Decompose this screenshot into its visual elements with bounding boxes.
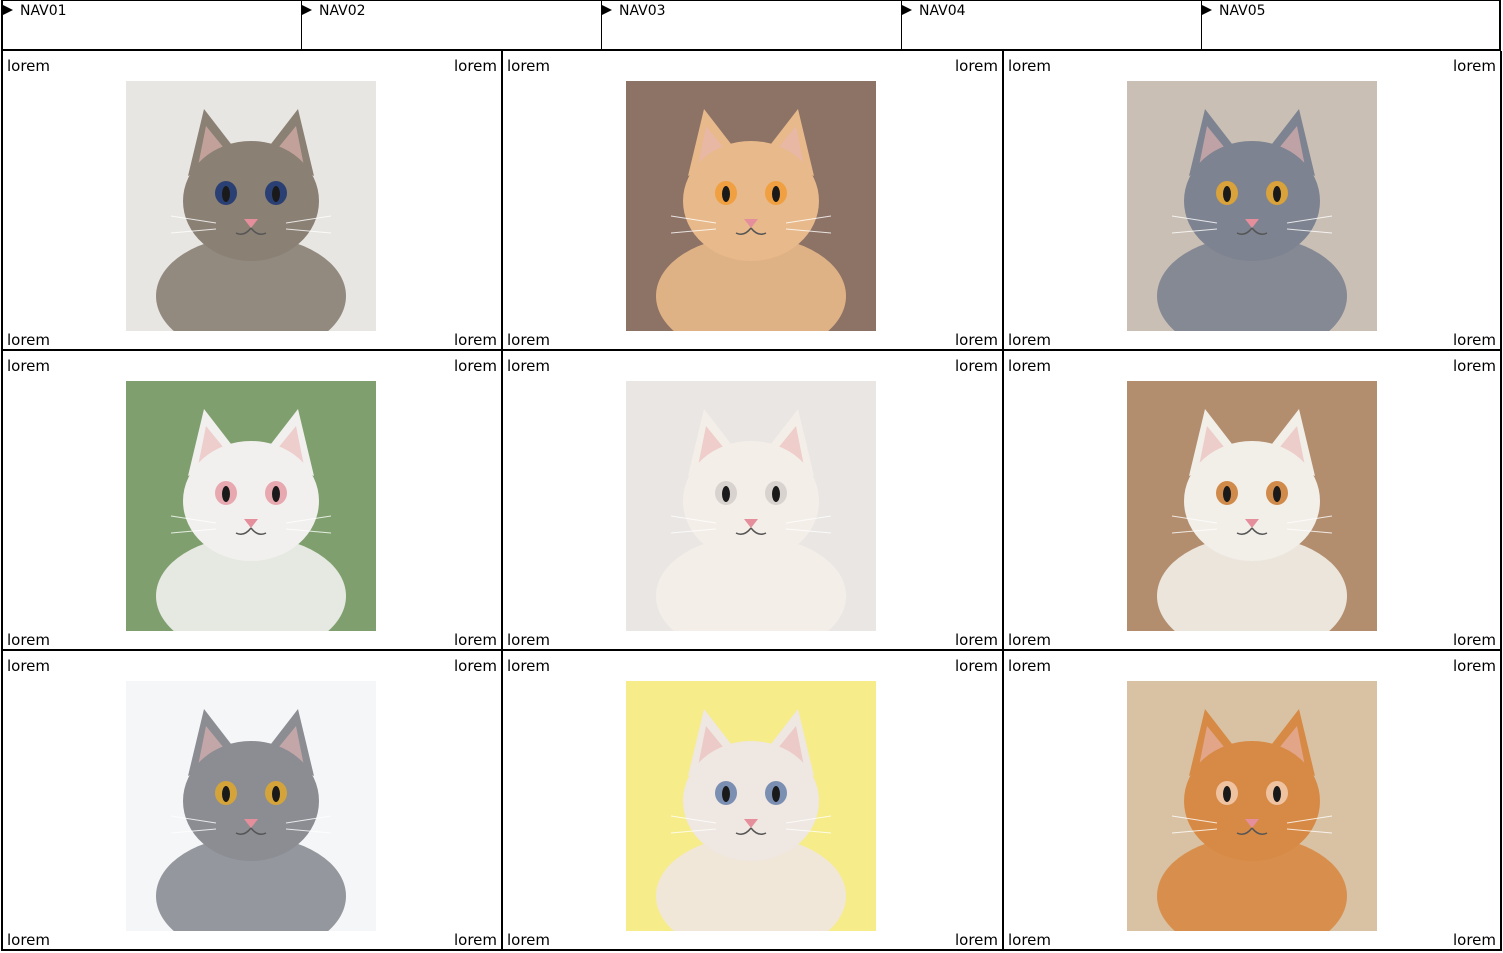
british-shorthair-cat-photo [1127, 81, 1377, 331]
cat-illustration [1127, 81, 1377, 331]
card-label-top-left: lorem [507, 57, 551, 75]
ginger-cat-lying-photo [1127, 681, 1377, 931]
card-label-bottom-right: lorem [453, 331, 497, 349]
card-label-bottom-left: lorem [7, 931, 51, 949]
card-label-top-right: lorem [954, 57, 998, 75]
card-label-top-left: lorem [507, 657, 551, 675]
top-nav: NAV01 NAV02 NAV03 NAV04 NAV05 [1, 0, 1501, 51]
card-label-bottom-right: lorem [954, 931, 998, 949]
cat-illustration [126, 81, 376, 331]
card-label-bottom-left: lorem [507, 631, 551, 649]
cat-card: lorem lorem lorem lorem [1002, 651, 1502, 951]
card-label-top-right: lorem [1452, 57, 1496, 75]
cat-card-grid: lorem lorem lorem lorem lorem lorem lore… [1, 51, 1502, 951]
card-label-bottom-right: lorem [453, 931, 497, 949]
cat-illustration [626, 81, 876, 331]
card-label-bottom-left: lorem [1008, 331, 1052, 349]
triangle-right-icon [602, 5, 612, 15]
cat-illustration [626, 681, 876, 931]
card-label-bottom-right: lorem [1452, 331, 1496, 349]
orange-white-cat-on-floor-photo [1127, 381, 1377, 631]
white-cat-green-background-photo [126, 381, 376, 631]
tabby-cat-biting-sleeve-photo [126, 81, 376, 331]
card-label-top-right: lorem [1452, 357, 1496, 375]
nav-label: NAV02 [319, 3, 366, 19]
grey-white-cat-photo [126, 681, 376, 931]
nav-item-2[interactable]: NAV02 [301, 1, 601, 49]
cat-card: lorem lorem lorem lorem [1002, 51, 1502, 351]
nav-label: NAV03 [619, 3, 666, 19]
card-label-bottom-left: lorem [1008, 931, 1052, 949]
kitten-yellow-background-photo [626, 681, 876, 931]
cat-card: lorem lorem lorem lorem [1, 351, 501, 651]
cat-card: lorem lorem lorem lorem [1, 51, 501, 351]
card-label-bottom-right: lorem [1452, 631, 1496, 649]
nav-item-4[interactable]: NAV04 [901, 1, 1201, 49]
card-label-top-right: lorem [954, 657, 998, 675]
card-label-top-right: lorem [1452, 657, 1496, 675]
card-label-top-left: lorem [7, 657, 51, 675]
card-label-top-right: lorem [453, 657, 497, 675]
cat-illustration [126, 681, 376, 931]
nav-item-1[interactable]: NAV01 [1, 1, 301, 49]
nav-item-5[interactable]: NAV05 [1201, 1, 1501, 49]
triangle-right-icon [902, 5, 912, 15]
cat-illustration [1127, 381, 1377, 631]
cat-card: lorem lorem lorem lorem [501, 651, 1002, 951]
card-label-bottom-left: lorem [507, 331, 551, 349]
cat-illustration [126, 381, 376, 631]
page: NAV01 NAV02 NAV03 NAV04 NAV05 lorem lore… [0, 0, 1503, 953]
card-label-top-left: lorem [1008, 57, 1052, 75]
card-label-bottom-right: lorem [954, 631, 998, 649]
cat-card: lorem lorem lorem lorem [1002, 351, 1502, 651]
card-label-bottom-right: lorem [453, 631, 497, 649]
cat-card: lorem lorem lorem lorem [501, 51, 1002, 351]
card-label-bottom-left: lorem [7, 631, 51, 649]
cat-illustration [626, 381, 876, 631]
cat-card: lorem lorem lorem lorem [501, 351, 1002, 651]
nav-label: NAV05 [1219, 3, 1266, 19]
card-label-top-right: lorem [954, 357, 998, 375]
card-label-top-right: lorem [453, 57, 497, 75]
card-label-bottom-left: lorem [1008, 631, 1052, 649]
nav-item-3[interactable]: NAV03 [601, 1, 901, 49]
cat-illustration [1127, 681, 1377, 931]
triangle-right-icon [3, 5, 13, 15]
card-label-bottom-right: lorem [954, 331, 998, 349]
white-kitten-in-box-photo [626, 381, 876, 631]
cat-card: lorem lorem lorem lorem [1, 651, 501, 951]
triangle-right-icon [1202, 5, 1212, 15]
nav-label: NAV01 [20, 3, 67, 19]
triangle-right-icon [302, 5, 312, 15]
card-label-bottom-left: lorem [507, 931, 551, 949]
card-label-bottom-right: lorem [1452, 931, 1496, 949]
card-label-top-left: lorem [7, 57, 51, 75]
card-label-bottom-left: lorem [7, 331, 51, 349]
card-label-top-left: lorem [507, 357, 551, 375]
card-label-top-left: lorem [1008, 357, 1052, 375]
nav-label: NAV04 [919, 3, 966, 19]
orange-cat-in-bear-hat-photo [626, 81, 876, 331]
card-label-top-left: lorem [7, 357, 51, 375]
card-label-top-right: lorem [453, 357, 497, 375]
card-label-top-left: lorem [1008, 657, 1052, 675]
